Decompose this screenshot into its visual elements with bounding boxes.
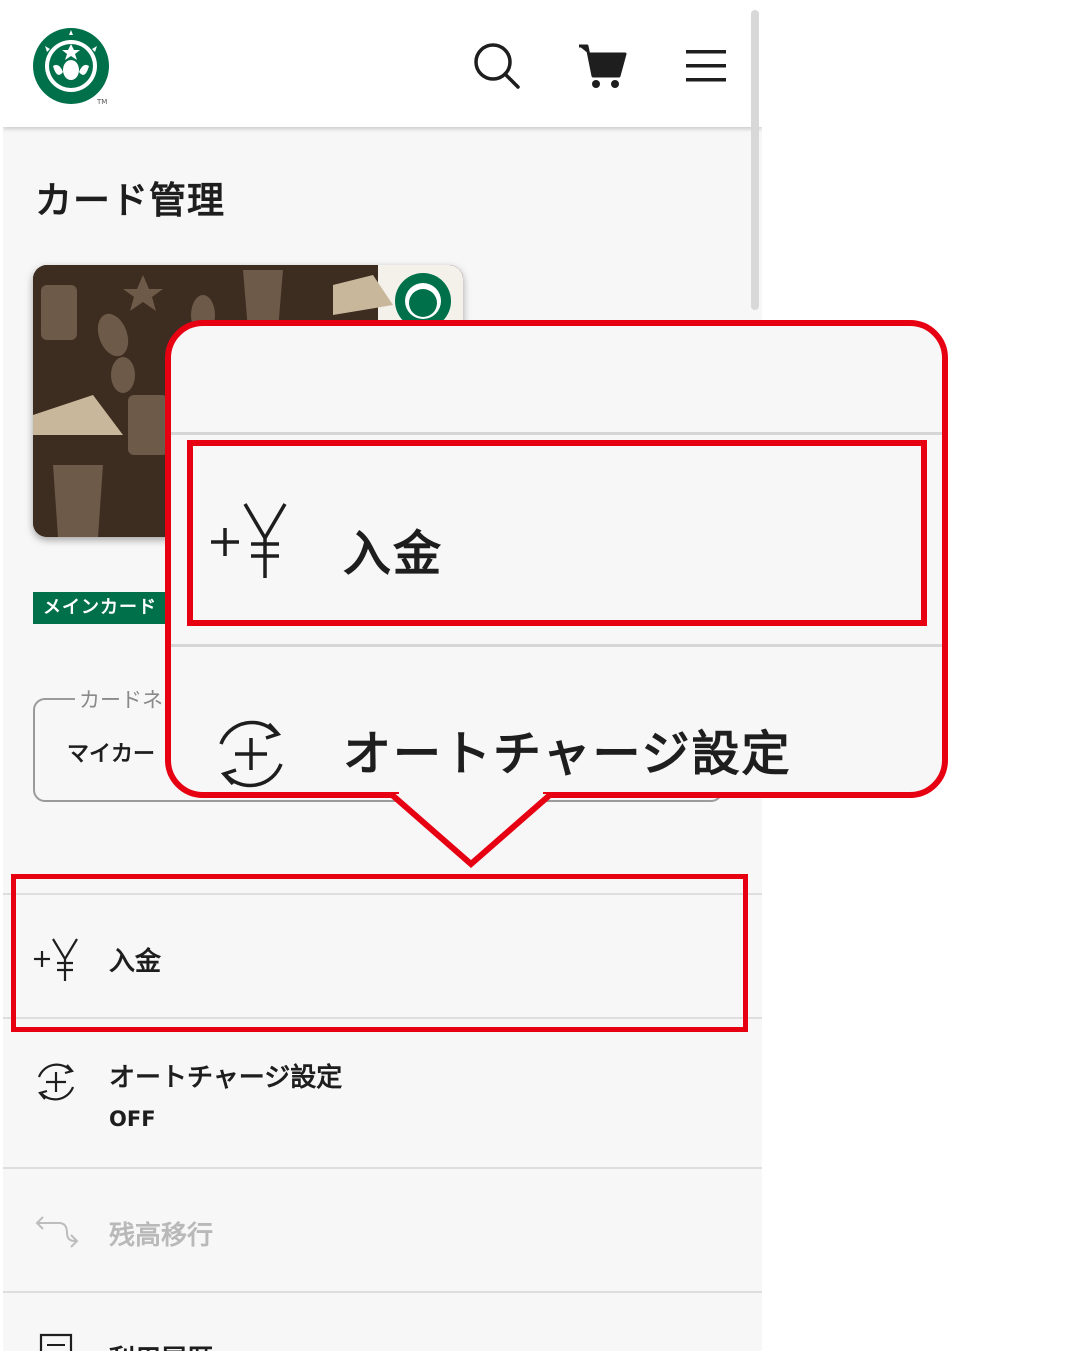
search-icon[interactable] [469, 38, 525, 94]
zoom-callout: 入金 オートチャージ設定 [165, 320, 948, 798]
receipt-icon [39, 1333, 73, 1351]
cart-icon[interactable] [575, 38, 631, 94]
hamburger-menu-icon[interactable] [681, 38, 737, 94]
highlight-box-reload [11, 874, 748, 1032]
divider [171, 432, 942, 435]
card-nickname-value: マイカー [67, 742, 156, 767]
page-title: カード管理 [35, 179, 225, 222]
menu-item-label: オートチャージ設定 [109, 1063, 343, 1093]
auto-charge-status: OFF [109, 1107, 156, 1131]
transfer-arrows-icon [35, 1216, 79, 1248]
callout-highlight-reload [187, 440, 927, 626]
divider [171, 644, 942, 647]
yen-plus-icon [211, 503, 287, 578]
callout-item-label: オートチャージ設定 [343, 726, 792, 782]
main-card-badge: メインカード [33, 592, 173, 624]
menu-item-balance-transfer: 残高移行 [3, 1167, 762, 1291]
menu-item-auto-charge[interactable]: オートチャージ設定 OFF [3, 1017, 762, 1167]
callout-item-label: 入金 [343, 526, 444, 582]
auto-charge-icon [37, 1063, 75, 1101]
top-header: TM [3, 0, 762, 127]
svg-text:TM: TM [96, 98, 107, 106]
scrollbar[interactable] [751, 10, 759, 310]
card-nickname-label: カードネ [75, 684, 167, 714]
menu-item-history[interactable]: 利用履歴 [3, 1291, 762, 1351]
callout-pointer [389, 790, 553, 868]
menu-item-label: 残高移行 [109, 1221, 214, 1251]
starbucks-logo-icon[interactable]: TM [31, 26, 111, 106]
auto-charge-icon [219, 720, 283, 788]
menu-item-label: 利用履歴 [109, 1339, 213, 1351]
